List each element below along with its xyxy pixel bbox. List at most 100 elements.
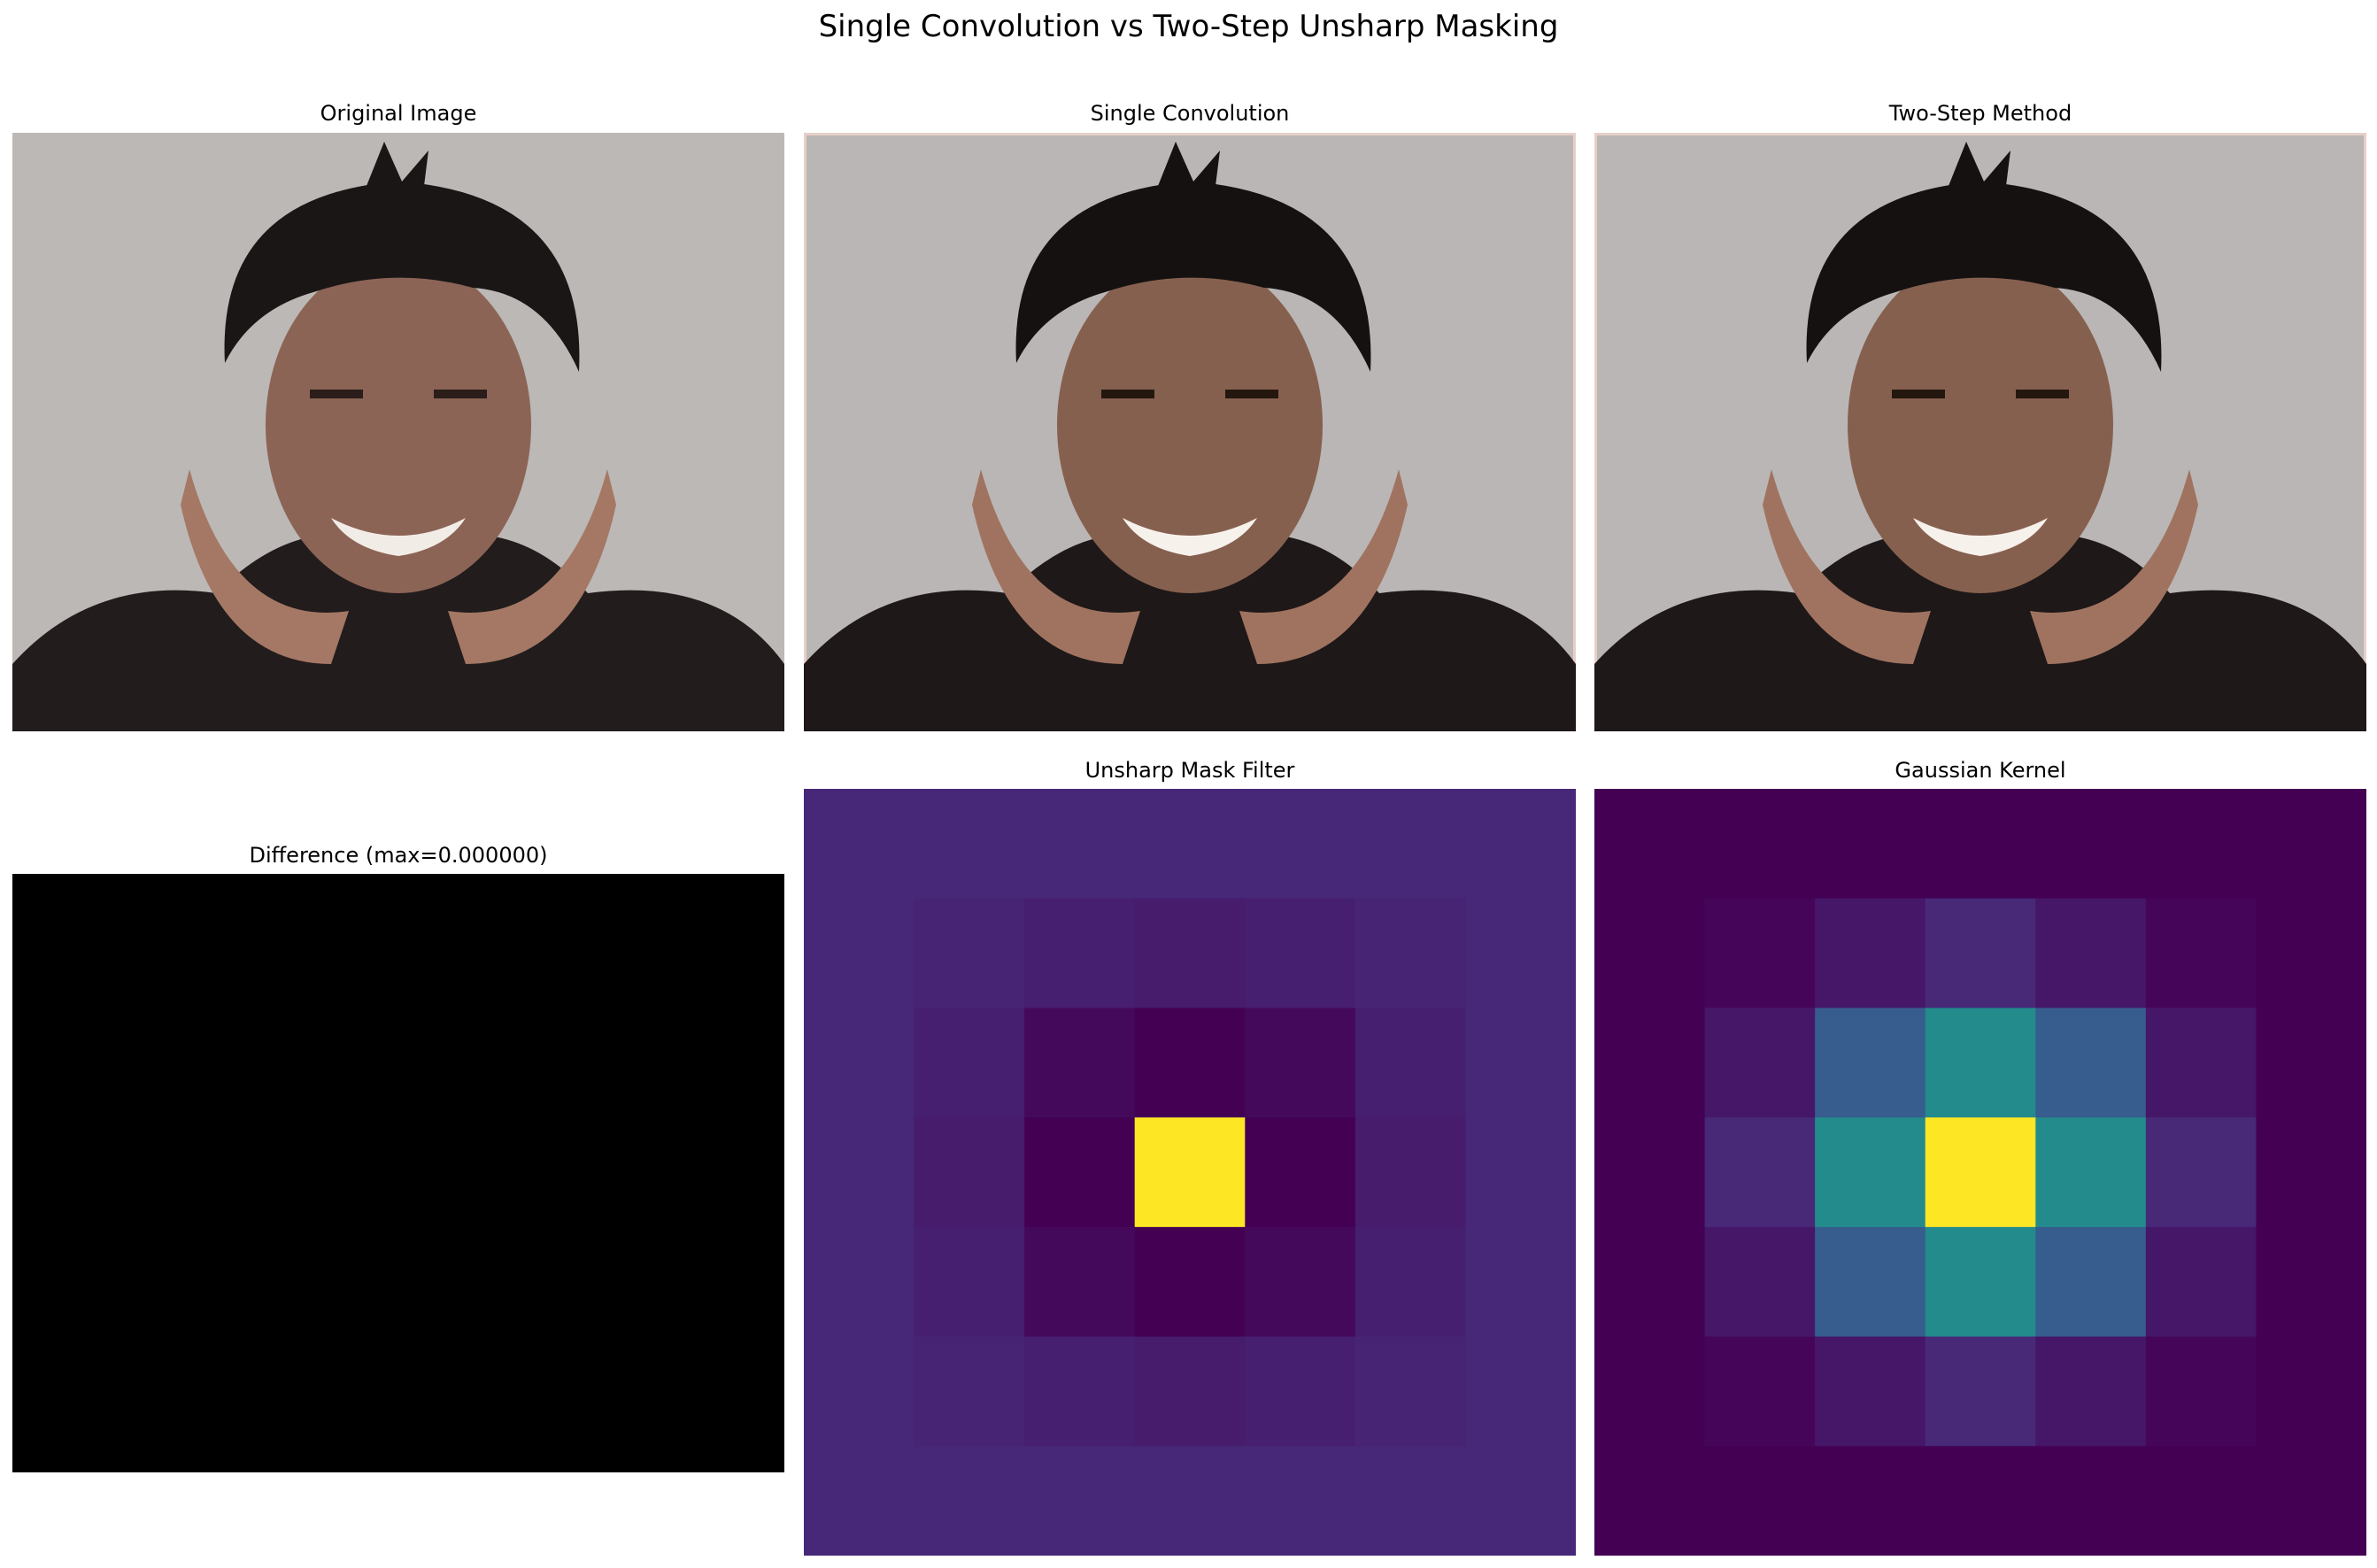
heatmap-cell — [2256, 1117, 2366, 1228]
heatmap-cell — [1925, 1336, 2036, 1447]
heatmap-cell — [914, 898, 1025, 1009]
heatmap-cell — [1815, 1008, 1926, 1118]
heatmap-cell — [1134, 1117, 1246, 1228]
heatmap-cell — [1134, 1226, 1246, 1338]
heatmap-cell — [804, 1226, 915, 1338]
heatmap-cell — [2256, 1446, 2366, 1556]
heatmap-cell — [2145, 789, 2257, 900]
heatmap-cell — [804, 898, 915, 1009]
gaussian-kernel-title: Gaussian Kernel — [1895, 758, 2066, 783]
heatmap-cell — [1245, 1336, 1356, 1447]
heatmap-cell — [1925, 789, 2036, 900]
heatmap-cell — [1354, 1446, 1467, 1556]
heatmap-cell — [1704, 1117, 1816, 1228]
heatmap-cell — [2145, 1117, 2257, 1228]
heatmap-cell — [1815, 1336, 1926, 1447]
heatmap-cell — [1024, 1336, 1136, 1447]
heatmap-cell — [1925, 1446, 2036, 1556]
heatmap-cell — [804, 1117, 915, 1228]
heatmap-cell — [2256, 1226, 2366, 1338]
heatmap-cell — [1594, 898, 1706, 1009]
heatmap-cell — [2035, 898, 2147, 1009]
heatmap-cell — [1245, 898, 1356, 1009]
heatmap-cell — [2035, 1336, 2147, 1447]
heatmap-cell — [1245, 1117, 1356, 1228]
heatmap-cell — [1704, 789, 1816, 900]
portrait-photo-single — [804, 133, 1576, 731]
heatmap-cell — [914, 789, 1025, 900]
heatmap-cell — [1594, 1336, 1706, 1447]
original-image-title: Original Image — [320, 101, 477, 126]
heatmap-cell — [1704, 1336, 1816, 1447]
heatmap-cell — [2035, 1226, 2147, 1338]
heatmap-cell — [1134, 1446, 1246, 1556]
heatmap-cell — [1465, 898, 1576, 1009]
heatmap-cell — [1245, 1446, 1356, 1556]
heatmap-cell — [1704, 898, 1816, 1009]
unsharp-mask-filter-title: Unsharp Mask Filter — [1084, 758, 1295, 783]
heatmap-cell — [1354, 898, 1467, 1009]
heatmap-cell — [1594, 1008, 1706, 1118]
heatmap-cell — [1354, 1008, 1467, 1118]
heatmap-cell — [2035, 1117, 2147, 1228]
heatmap-cell — [804, 1336, 915, 1447]
heatmap-cell — [1354, 1226, 1467, 1338]
two-step-method-title: Two-Step Method — [1888, 101, 2072, 126]
heatmap-cell — [1594, 1446, 1706, 1556]
heatmap-cell — [2145, 1446, 2257, 1556]
heatmap-cell — [914, 1117, 1025, 1228]
heatmap-cell — [804, 1446, 915, 1556]
heatmap-cell — [1245, 1226, 1356, 1338]
gaussian-kernel-heatmap — [1594, 789, 2366, 1556]
heatmap-cell — [1354, 1117, 1467, 1228]
heatmap-cell — [2256, 1336, 2366, 1447]
heatmap-cell — [2256, 789, 2366, 900]
heatmap-cell — [1815, 1226, 1926, 1338]
heatmap-cell — [1815, 898, 1926, 1009]
heatmap-cell — [1704, 1226, 1816, 1338]
heatmap-cell — [1134, 1008, 1246, 1118]
heatmap-cell — [914, 1446, 1025, 1556]
heatmap-cell — [1465, 1226, 1576, 1338]
heatmap-cell — [1594, 1117, 1706, 1228]
figure-title: Single Convolution vs Two-Step Unsharp M… — [818, 9, 1559, 44]
original-image — [12, 133, 784, 731]
portrait-photo-original — [12, 133, 784, 731]
heatmap-cell — [1134, 898, 1246, 1009]
heatmap-cell — [1024, 1008, 1136, 1118]
heatmap-cell — [1354, 789, 1467, 900]
heatmap-cell — [1925, 1008, 2036, 1118]
heatmap-cell — [2035, 789, 2147, 900]
heatmap-cell — [1465, 1446, 1576, 1556]
heatmap-cell — [1704, 1446, 1816, 1556]
heatmap-cell — [1024, 1226, 1136, 1338]
heatmap-cell — [2256, 1008, 2366, 1118]
heatmap-cell — [1024, 1446, 1136, 1556]
heatmap-cell — [1815, 1446, 1926, 1556]
heatmap-cell — [2145, 1226, 2257, 1338]
two-step-method-image — [1594, 133, 2366, 731]
difference-image — [12, 874, 784, 1472]
heatmap-cell — [1704, 1008, 1816, 1118]
heatmap-cell — [1024, 1117, 1136, 1228]
single-convolution-title: Single Convolution — [1090, 101, 1290, 126]
heatmap-cell — [2035, 1008, 2147, 1118]
heatmap-cell — [1465, 789, 1576, 900]
heatmap-cell — [1465, 1336, 1576, 1447]
heatmap-cell — [1245, 1008, 1356, 1118]
heatmap-cell — [1354, 1336, 1467, 1447]
heatmap-cell — [1594, 789, 1706, 900]
single-convolution-image — [804, 133, 1576, 731]
heatmap-cell — [1925, 898, 2036, 1009]
heatmap-cell — [1815, 1117, 1926, 1228]
unsharp-mask-heatmap — [804, 789, 1576, 1556]
gaussian-kernel-heatmap-svg — [1594, 789, 2366, 1556]
heatmap-cell — [1465, 1117, 1576, 1228]
heatmap-cell — [2145, 1336, 2257, 1447]
heatmap-cell — [1134, 789, 1246, 900]
heatmap-cell — [1245, 789, 1356, 900]
heatmap-cell — [914, 1336, 1025, 1447]
heatmap-cell — [1925, 1117, 2036, 1228]
portrait-photo-twostep — [1594, 133, 2366, 731]
heatmap-cell — [2256, 898, 2366, 1009]
